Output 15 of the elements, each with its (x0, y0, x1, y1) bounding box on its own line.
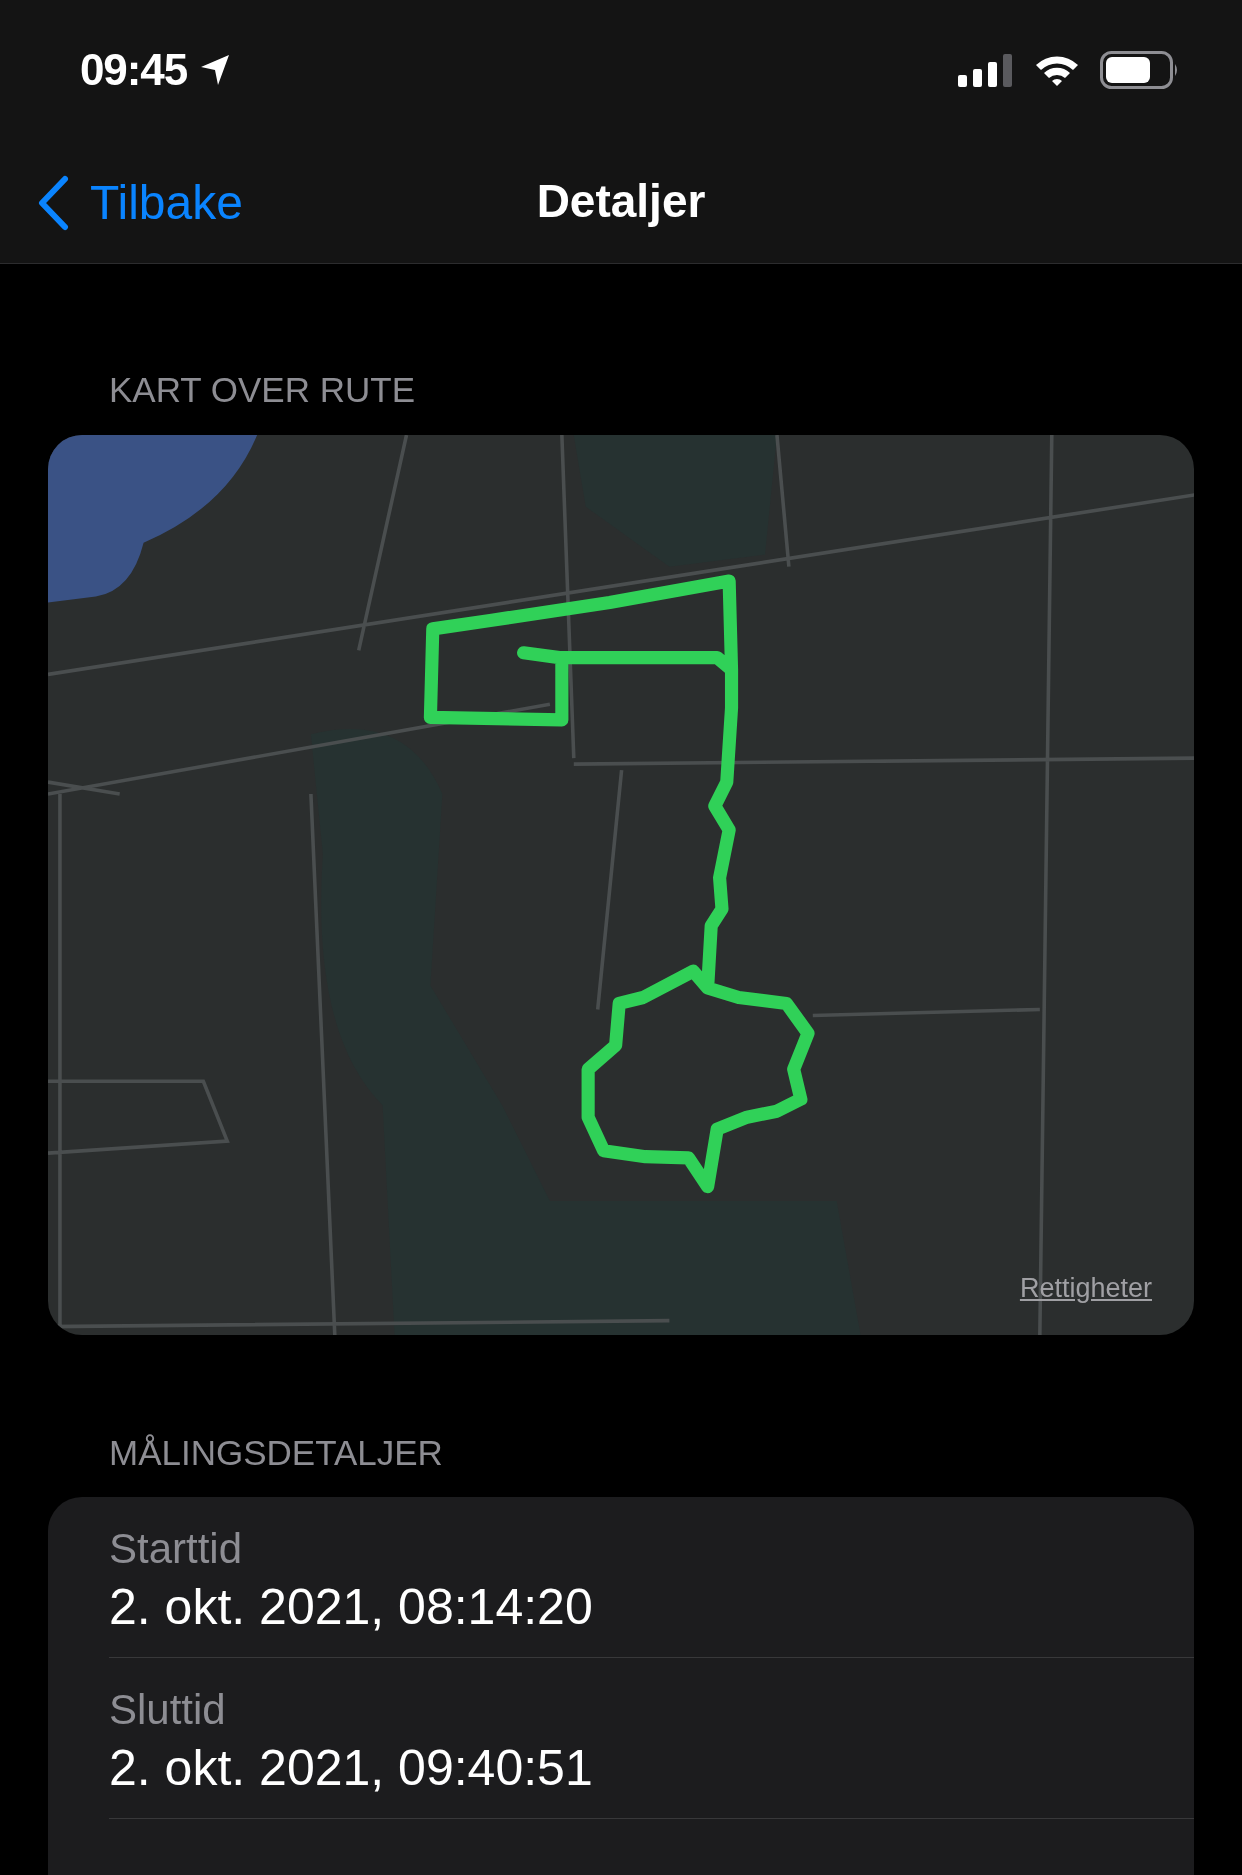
chevron-left-icon (36, 175, 70, 232)
detail-value: 2. okt. 2021, 09:40:51 (109, 1739, 594, 1798)
section-header: MÅLINGSDETALJER (108, 1431, 444, 1474)
section-header: KART OVER RUTE (108, 369, 416, 411)
status-time: 09:45 (80, 43, 188, 96)
screen-title: Detaljer (536, 173, 706, 229)
back-button[interactable]: Tilbake (36, 167, 243, 240)
signal-icon (958, 52, 1014, 87)
detail-label: Sluttid (109, 1685, 227, 1735)
detail-label: Starttid (109, 1524, 244, 1574)
legal-link[interactable]: Rettigheter (1019, 1268, 1152, 1309)
map-card[interactable]: Rettigheter (48, 434, 1194, 1335)
battery-icon (1100, 50, 1180, 89)
detail-value: 2. okt. 2021, 08:14:20 (109, 1578, 594, 1637)
location-arrow-icon (199, 52, 232, 87)
